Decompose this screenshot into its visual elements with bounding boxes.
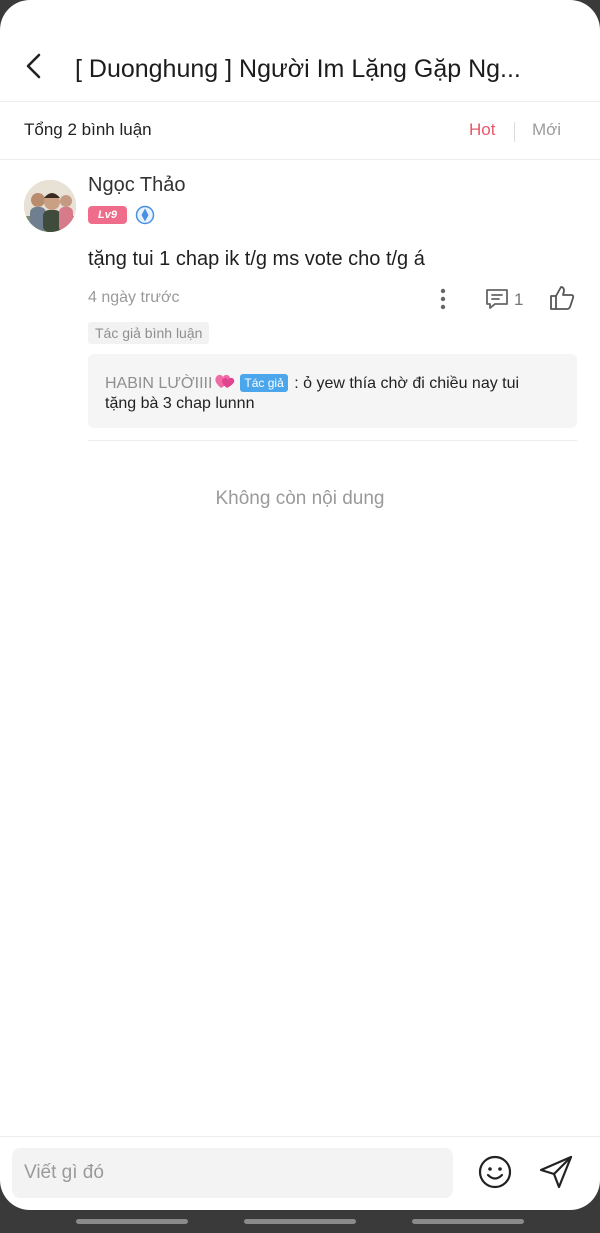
author-commented-tag: Tác giả bình luận [88,322,210,344]
sort-new-tab[interactable]: Mới [532,120,561,140]
reply-preview[interactable]: HABIN LƯỜIIII Tác giả : ỏ yew thía chờ đ… [88,354,577,428]
avatar[interactable] [24,180,76,232]
heart-icon [215,374,235,388]
comment-username[interactable]: Ngọc Thảo [88,174,185,197]
reply-text-line2: tặng bà 3 chap lunnn [105,395,255,412]
sort-hot-tab[interactable]: Hot [469,120,495,140]
no-more-content-label: Không còn nội dung [215,488,385,509]
page-title: [ Duonghung ] Người Im Lặng Gặp Ng... [75,55,521,83]
comment-input[interactable] [12,1148,453,1198]
divider [88,440,577,441]
sort-divider [514,122,515,142]
reply-icon[interactable] [484,286,510,312]
verified-icon [135,205,155,225]
more-options-icon[interactable] [430,286,456,312]
level-badge: Lv9 [88,206,127,224]
comment-time: 4 ngày trước [88,289,180,306]
system-navigation-bar [0,1210,600,1233]
nav-home-button[interactable] [244,1219,356,1224]
nav-recents-button[interactable] [76,1219,188,1224]
reply-separator: : [289,375,304,392]
author-badge: Tác giả [240,374,288,392]
reply-line: HABIN LƯỜIIII Tác giả : ỏ yew thía chờ đ… [105,372,570,394]
back-button[interactable] [16,48,52,84]
comments-screen: [ Duonghung ] Người Im Lặng Gặp Ng... Tổ… [0,0,600,1210]
comment-text: tặng tui 1 chap ik t/g ms vote cho t/g á [88,248,425,270]
thumbs-up-icon[interactable] [548,284,576,312]
emoji-icon[interactable] [476,1153,514,1191]
send-icon[interactable] [537,1153,575,1191]
header: [ Duonghung ] Người Im Lặng Gặp Ng... [0,0,600,102]
nav-back-button[interactable] [412,1219,524,1224]
comment-total: Tổng 2 bình luận [24,120,152,139]
reply-author-name[interactable]: HABIN LƯỜIIII [105,375,212,392]
avatar-image [24,180,76,232]
reply-count: 1 [514,290,524,309]
reply-text-line1: ỏ yew thía chờ đi chiều nay tui [303,375,520,392]
chevron-left-icon [26,53,41,79]
